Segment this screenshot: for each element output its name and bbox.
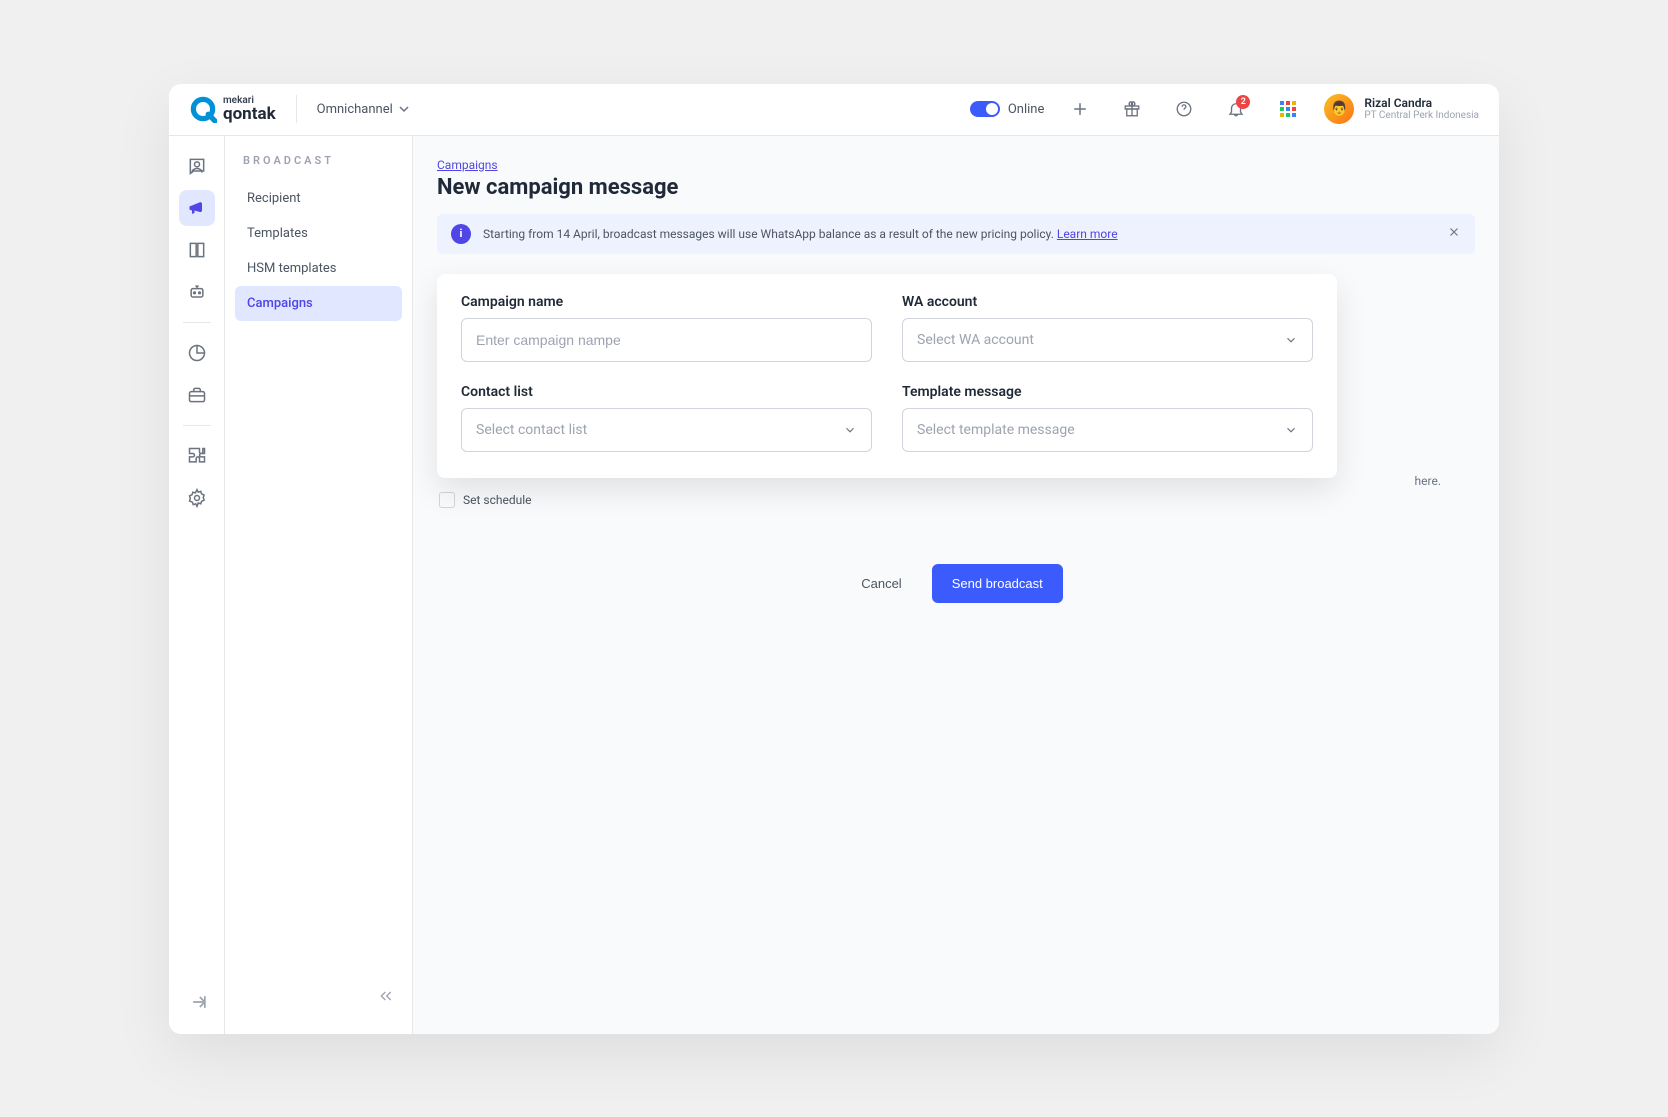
- help-button[interactable]: [1168, 93, 1200, 125]
- sidebar-item-campaigns[interactable]: Campaigns: [235, 286, 402, 321]
- alert-learn-more[interactable]: Learn more: [1057, 227, 1118, 241]
- workspace-dropdown[interactable]: Omnichannel: [317, 102, 409, 117]
- expand-icon: [189, 992, 209, 1012]
- campaign-name-label: Campaign name: [461, 294, 872, 310]
- contact-list-select[interactable]: Select contact list: [461, 408, 872, 452]
- puzzle-icon: [187, 446, 207, 466]
- megaphone-icon: [187, 198, 207, 218]
- breadcrumb[interactable]: Campaigns: [437, 158, 498, 172]
- user-menu[interactable]: 👨 Rizal Candra PT Central Perk Indonesia: [1324, 94, 1479, 124]
- send-broadcast-button[interactable]: Send broadcast: [932, 564, 1063, 603]
- pricing-alert: i Starting from 14 April, broadcast mess…: [437, 214, 1475, 254]
- apps-button[interactable]: [1272, 93, 1304, 125]
- nav-reports[interactable]: [179, 335, 215, 371]
- logo[interactable]: mekari qontak: [189, 95, 276, 123]
- page-title: New campaign message: [437, 175, 1475, 200]
- nav-tickets[interactable]: [179, 377, 215, 413]
- cancel-button[interactable]: Cancel: [849, 566, 913, 601]
- contact-list-label: Contact list: [461, 384, 872, 400]
- nav-settings[interactable]: [179, 480, 215, 516]
- schedule-checkbox[interactable]: [439, 492, 455, 508]
- chevron-down-icon: [1284, 333, 1298, 347]
- qontak-logo-icon: [189, 95, 217, 123]
- main-content: Campaigns New campaign message i Startin…: [413, 136, 1499, 1034]
- add-button[interactable]: [1064, 93, 1096, 125]
- bot-icon: [187, 282, 207, 302]
- online-label: Online: [1008, 102, 1045, 117]
- nav-integrations[interactable]: [179, 438, 215, 474]
- plus-icon: [1071, 100, 1089, 118]
- gear-icon: [187, 488, 207, 508]
- nav-rail: [169, 136, 225, 1034]
- template-message-select[interactable]: Select template message: [902, 408, 1313, 452]
- nav-contacts[interactable]: [179, 232, 215, 268]
- user-org: PT Central Perk Indonesia: [1364, 110, 1479, 122]
- sidebar-collapse[interactable]: [370, 980, 402, 1016]
- nav-chat[interactable]: [179, 148, 215, 184]
- sidebar: BROADCAST Recipient Templates HSM templa…: [225, 136, 413, 1034]
- wa-account-placeholder: Select WA account: [917, 332, 1034, 348]
- chat-icon: [187, 156, 207, 176]
- preview-hint: here.: [1415, 474, 1441, 488]
- template-message-label: Template message: [902, 384, 1313, 400]
- chevron-double-left-icon: [378, 988, 394, 1004]
- close-icon: [1447, 225, 1461, 239]
- contact-list-placeholder: Select contact list: [476, 422, 587, 438]
- help-icon: [1175, 100, 1193, 118]
- nav-bot[interactable]: [179, 274, 215, 310]
- gift-icon: [1123, 100, 1141, 118]
- nav-expand[interactable]: [181, 984, 217, 1020]
- chevron-down-icon: [399, 104, 409, 114]
- chevron-down-icon: [1284, 423, 1298, 437]
- header: mekari qontak Omnichannel Online: [169, 84, 1499, 136]
- campaign-name-input[interactable]: [461, 318, 872, 362]
- sidebar-item-recipient[interactable]: Recipient: [235, 181, 402, 216]
- info-icon: i: [451, 224, 471, 244]
- nav-broadcast[interactable]: [179, 190, 215, 226]
- divider: [296, 95, 297, 123]
- gift-button[interactable]: [1116, 93, 1148, 125]
- briefcase-icon: [187, 385, 207, 405]
- workspace-name: Omnichannel: [317, 102, 393, 117]
- schedule-label: Set schedule: [463, 493, 532, 507]
- template-message-placeholder: Select template message: [917, 422, 1075, 438]
- online-toggle[interactable]: Online: [970, 101, 1045, 117]
- apps-grid-icon: [1280, 101, 1296, 117]
- sidebar-title: BROADCAST: [235, 154, 402, 181]
- logo-bottom-text: qontak: [223, 106, 276, 123]
- wa-account-select[interactable]: Select WA account: [902, 318, 1313, 362]
- notifications-button[interactable]: 2: [1220, 93, 1252, 125]
- sidebar-item-templates[interactable]: Templates: [235, 216, 402, 251]
- wa-account-label: WA account: [902, 294, 1313, 310]
- alert-text: Starting from 14 April, broadcast messag…: [483, 227, 1435, 241]
- campaign-form: Campaign name WA account Select WA accou…: [437, 274, 1337, 478]
- alert-close[interactable]: [1447, 224, 1461, 243]
- avatar: 👨: [1324, 94, 1354, 124]
- user-name: Rizal Candra: [1364, 96, 1479, 110]
- pie-icon: [187, 343, 207, 363]
- notification-badge: 2: [1236, 95, 1250, 109]
- sidebar-item-hsm-templates[interactable]: HSM templates: [235, 251, 402, 286]
- chevron-down-icon: [843, 423, 857, 437]
- book-icon: [187, 240, 207, 260]
